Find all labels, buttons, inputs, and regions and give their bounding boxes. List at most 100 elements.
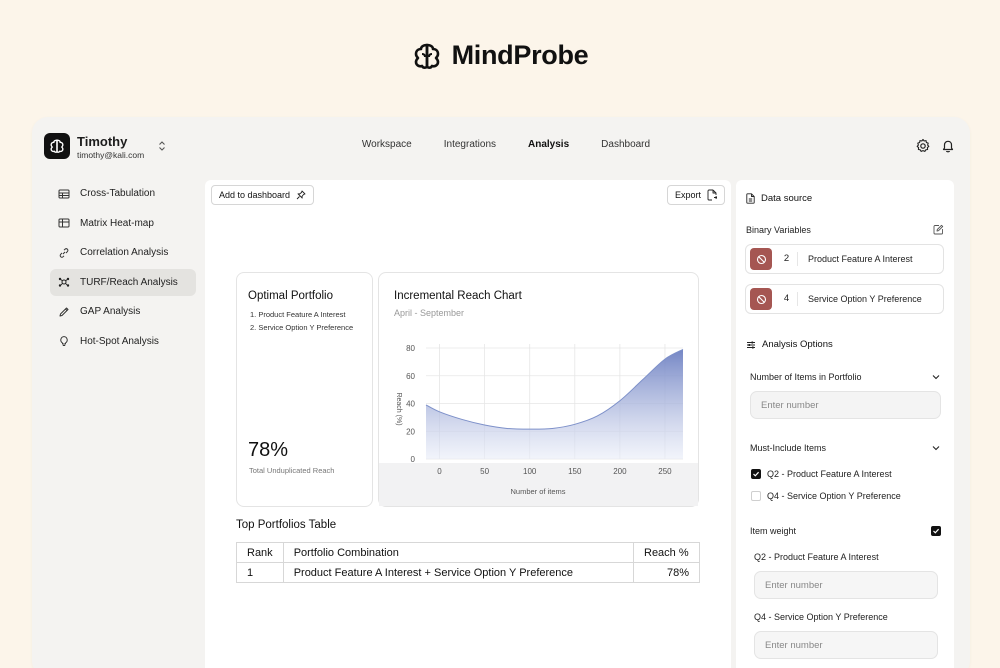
pin-icon — [296, 190, 306, 200]
chevron-down-icon[interactable] — [931, 443, 941, 453]
check-icon — [753, 471, 760, 477]
portfolio-item: 2. Service Option Y Preference — [250, 323, 354, 332]
sidebar-item-label: TURF/Reach Analysis — [80, 276, 178, 288]
exclude-variable-button[interactable] — [750, 288, 772, 310]
data-source-label: Data source — [761, 193, 813, 204]
weight-input-q2[interactable]: Enter number — [754, 571, 938, 599]
portfolio-list: 1. Product Feature A Interest 2. Service… — [250, 308, 353, 334]
add-to-dashboard-button[interactable]: Add to dashboard — [211, 185, 315, 205]
pen-icon — [59, 307, 69, 316]
prohibit-icon — [756, 254, 766, 264]
settings-panel: Data source Binary Variables 2 Product F… — [736, 180, 954, 668]
variable-name: Service Option Y Preference — [808, 294, 922, 304]
items-in-portfolio-label: Number of Items in Portfolio — [750, 372, 862, 382]
y-tick-label: 80 — [406, 344, 415, 353]
must-include-checkbox-q2[interactable] — [751, 469, 761, 479]
optimal-portfolio-title: Optimal Portfolio — [248, 290, 334, 302]
x-tick-label: 100 — [523, 467, 537, 476]
nav-workspace[interactable]: Workspace — [346, 139, 428, 150]
binary-variable-item[interactable]: 2 Product Feature A Interest — [745, 244, 944, 274]
link-icon — [59, 247, 69, 258]
x-tick-label: 0 — [437, 467, 442, 476]
must-include-checkbox-q4[interactable] — [751, 491, 761, 501]
network-icon — [58, 277, 70, 287]
total-reach-value: 78% — [248, 439, 289, 461]
exclude-variable-button[interactable] — [750, 248, 772, 270]
variable-number: 2 — [776, 252, 798, 266]
nav-integrations[interactable]: Integrations — [428, 139, 512, 150]
top-portfolios-title: Top Portfolios Table — [236, 519, 337, 531]
sidebar-item-label: Cross-Tabulation — [80, 188, 156, 199]
column-header: Portfolio Combination — [282, 542, 635, 563]
sidebar-item-matrix-heat-map[interactable]: Matrix Heat-map — [50, 210, 196, 237]
weight-item-label: Q2 - Product Feature A Interest — [754, 552, 879, 562]
nav-analysis[interactable]: Analysis — [512, 139, 585, 150]
variable-name: Product Feature A Interest — [808, 254, 913, 264]
table-icon — [58, 189, 70, 198]
table-cell-reach: 78% — [633, 562, 700, 583]
file-icon — [746, 193, 755, 204]
chart-subtitle: April - September — [394, 308, 465, 318]
check-icon — [933, 528, 940, 534]
y-tick-label: 20 — [406, 427, 415, 436]
nav-dashboard[interactable]: Dashboard — [585, 139, 666, 150]
y-axis-label: Reach (%) — [395, 392, 402, 425]
lightbulb-icon — [60, 336, 68, 346]
item-weight-label: Item weight — [750, 526, 797, 536]
variable-number: 4 — [776, 292, 798, 306]
add-to-dashboard-label: Add to dashboard — [219, 190, 291, 200]
portfolio-item: 1. Product Feature A Interest — [250, 310, 346, 319]
must-include-item-label: Q2 - Product Feature A Interest — [767, 469, 892, 479]
must-include-item-label: Q4 - Service Option Y Preference — [767, 491, 901, 501]
y-tick-label: 0 — [411, 455, 416, 464]
items-in-portfolio-input[interactable]: Enter number — [750, 391, 941, 419]
sidebar-item-correlation-analysis[interactable]: Correlation Analysis — [50, 239, 196, 266]
export-file-icon — [707, 189, 718, 201]
x-axis-label: Number of items — [510, 487, 565, 496]
sidebar-item-turf-reach-analysis[interactable]: TURF/Reach Analysis — [50, 268, 196, 296]
weight-item-label: Q4 - Service Option Y Preference — [754, 612, 888, 622]
reach-chart: 0 20 40 60 80 0 50 100 150 200 250 Number of items… — [379, 344, 698, 506]
weight-input-q4[interactable]: Enter number — [754, 631, 938, 659]
chevron-down-icon[interactable] — [931, 372, 941, 382]
x-tick-label: 150 — [568, 467, 582, 476]
analysis-options-label: Analysis Options — [762, 339, 833, 350]
item-weight-checkbox[interactable] — [931, 526, 941, 536]
bell-icon[interactable] — [940, 138, 956, 154]
analysis-options-header: Analysis Options — [746, 339, 833, 350]
edit-icon[interactable] — [933, 224, 944, 235]
brain-logo-icon — [414, 43, 439, 69]
export-button[interactable]: Export — [667, 185, 726, 205]
sliders-icon — [747, 341, 755, 348]
sidebar-item-label: Hot-Spot Analysis — [80, 335, 159, 347]
table-row[interactable]: 1 Product Feature A Interest + Service O… — [236, 562, 700, 583]
sidebar-item-hot-spot-analysis[interactable]: Hot-Spot Analysis — [50, 328, 196, 355]
user-email: timothy@kali.com — [77, 150, 145, 160]
brand-name: MindProbe — [451, 40, 589, 70]
x-tick-label: 250 — [658, 467, 672, 476]
brand-header: MindProbe — [0, 40, 1000, 71]
sidebar-item-label: Correlation Analysis — [80, 247, 169, 258]
table-cell-rank: 1 — [236, 562, 284, 583]
y-tick-label: 40 — [406, 400, 415, 409]
top-portfolios-table: Rank Portfolio Combination Reach % 1 Pro… — [236, 542, 700, 583]
axis-band — [379, 463, 698, 506]
x-tick-label: 50 — [480, 467, 489, 476]
grid-icon — [58, 218, 70, 228]
total-reach-caption: Total Unduplicated Reach — [249, 466, 335, 475]
sidebar-item-label: GAP Analysis — [80, 306, 141, 317]
table-header-row: Rank Portfolio Combination Reach % — [236, 542, 700, 563]
data-source-header: Data source — [746, 193, 812, 204]
binary-variable-item[interactable]: 4 Service Option Y Preference — [745, 284, 944, 314]
optimal-portfolio-card: Optimal Portfolio 1. Product Feature A I… — [236, 272, 373, 507]
table-cell-combination: Product Feature A Interest + Service Opt… — [282, 562, 635, 583]
prohibit-icon — [756, 294, 766, 304]
sidebar-item-gap-analysis[interactable]: GAP Analysis — [50, 298, 196, 325]
chart-title: Incremental Reach Chart — [394, 290, 522, 302]
sidebar-item-cross-tabulation[interactable]: Cross-Tabulation — [50, 180, 196, 207]
column-header: Reach % — [633, 542, 700, 563]
analysis-sidebar: Cross-Tabulation Matrix Heat-map Correla… — [50, 180, 196, 357]
incremental-reach-chart-card: Incremental Reach Chart April - Septembe… — [378, 272, 699, 507]
reach-area — [426, 349, 683, 459]
gear-icon[interactable] — [915, 138, 931, 154]
